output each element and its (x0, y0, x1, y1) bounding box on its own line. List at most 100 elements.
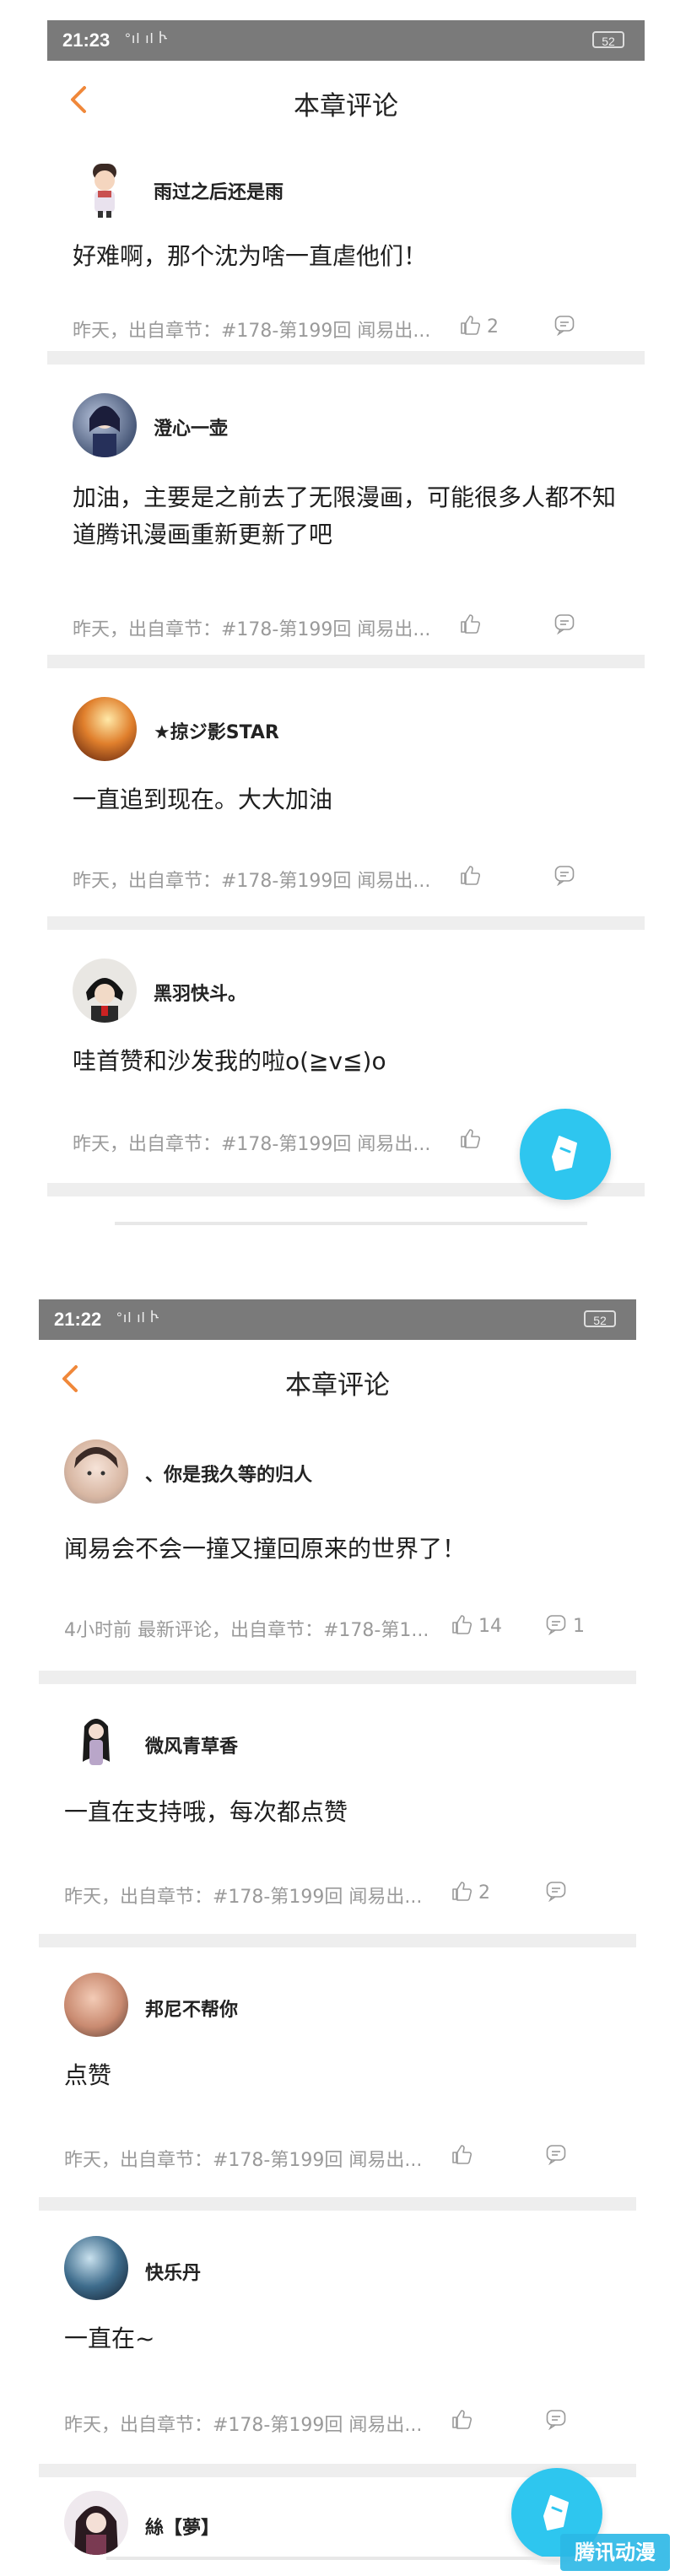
comment-text: 加油，主要是之前去了无限漫画，可能很多人都不知道腾讯漫画重新更新了吧 (73, 483, 617, 548)
comment-text: 一直追到现在。大大加油 (73, 786, 333, 813)
username[interactable]: 黑羽快斗。 (154, 979, 246, 1006)
comment-meta: 昨天，出自章节：#178-第199回 闻易出... (64, 2150, 423, 2171)
comment-item: 澄心一壶 加油，主要是之前去了无限漫画，可能很多人都不知道腾讯漫画重新更新了吧 … (47, 365, 645, 655)
comment-meta: 昨天，出自章节：#178-第199回 闻易出... (73, 871, 431, 892)
like-button[interactable] (459, 1127, 481, 1151)
reply-button[interactable] (545, 2143, 567, 2167)
thumbs-up-icon (461, 614, 481, 634)
reply-button[interactable]: 1 (545, 1613, 585, 1637)
thumbs-up-icon (461, 316, 481, 335)
like-button[interactable] (459, 864, 481, 888)
page-title: 本章评论 (294, 91, 398, 122)
like-count: 2 (478, 1882, 490, 1904)
reply-count: 1 (573, 1616, 585, 1637)
status-time: 21:22 (54, 1309, 102, 1330)
reply-button[interactable] (545, 2408, 567, 2432)
pen-icon (552, 1136, 577, 1171)
like-button[interactable]: 2 (459, 314, 499, 338)
username[interactable]: 微风青草香 (145, 1731, 238, 1758)
like-button[interactable] (451, 2408, 472, 2432)
comment-text: 闻易会不会一撞又撞回原来的世界了！ (64, 1535, 467, 1563)
reply-button[interactable] (554, 864, 575, 888)
username[interactable]: 、你是我久等的归人 (145, 1460, 312, 1487)
reply-button[interactable] (554, 613, 575, 636)
username[interactable]: ★掠ジ影STAR (154, 717, 279, 744)
battery-icon: 52 (592, 31, 624, 48)
pen-icon (543, 2495, 569, 2530)
avatar[interactable] (64, 1439, 128, 1504)
page-header: 本章评论 (39, 1340, 636, 1418)
like-count: 14 (478, 1616, 502, 1637)
comment-item: 快乐丹 一直在~ 昨天，出自章节：#178-第199回 闻易出... (39, 2211, 636, 2464)
scroll-hint (106, 2557, 579, 2560)
username[interactable]: 雨过之后还是雨 (154, 177, 284, 204)
thumbs-up-icon (452, 1882, 472, 1901)
comment-text: 好难啊，那个沈为啥一直虐他们！ (73, 242, 428, 270)
thumbs-up-icon (452, 2145, 472, 2164)
divider (47, 351, 645, 365)
divider (39, 2197, 636, 2211)
avatar[interactable] (64, 1973, 128, 2037)
divider (39, 1934, 636, 1947)
signal-icon: °ıl ıl Ⴡ (125, 30, 169, 46)
avatar[interactable] (64, 2491, 128, 2555)
watermark-logo: 腾讯动漫 (560, 2534, 670, 2571)
comments-screen-2: 21:22 °ıl ıl Ⴡ 52 本章评论 、你是我久等的归人 闻易会不会一撞… (39, 1299, 636, 2565)
username[interactable]: 邦尼不帮你 (145, 1995, 238, 2022)
avatar[interactable] (64, 2236, 128, 2300)
page-header: 本章评论 (47, 61, 645, 139)
like-button[interactable]: 2 (451, 1880, 490, 1904)
thumbs-up-icon (461, 1129, 481, 1148)
comment-icon (554, 866, 575, 887)
comment-text: 哇首赞和沙发我的啦o(≧v≦)o (73, 1047, 386, 1075)
thumbs-up-icon (452, 2410, 472, 2429)
comment-item: 、你是我久等的归人 闻易会不会一撞又撞回原来的世界了！ 4小时前 最新评论，出自… (39, 1418, 636, 1671)
comment-item: 邦尼不帮你 点赞 昨天，出自章节：#178-第199回 闻易出... (39, 1947, 636, 2197)
comment-icon (546, 1615, 566, 1636)
status-bar: 21:22 °ıl ıl Ⴡ 52 (39, 1299, 636, 1340)
comment-text: 点赞 (64, 2061, 112, 2089)
divider (47, 916, 645, 930)
comment-meta: 昨天，出自章节：#178-第199回 闻易出... (73, 619, 431, 640)
status-time: 21:23 (62, 30, 111, 51)
like-count: 2 (487, 316, 499, 338)
comment-icon (546, 1882, 566, 1903)
avatar[interactable] (73, 393, 137, 457)
signal-icon: °ıl ıl Ⴡ (116, 1310, 160, 1326)
avatar[interactable] (64, 1709, 128, 1774)
comment-meta: 昨天，出自章节：#178-第199回 闻易出... (73, 1134, 431, 1155)
comments-screen-1: 21:23 °ıl ıl Ⴡ 52 本章评论 雨过之后还是雨 好难啊，那个沈为啥… (47, 20, 645, 1235)
battery-icon: 52 (584, 1310, 616, 1327)
reply-button[interactable] (554, 314, 575, 338)
comment-item: ★掠ジ影STAR 一直追到现在。大大加油 昨天，出自章节：#178-第199回 … (47, 668, 645, 916)
comment-meta: 昨天，出自章节：#178-第199回 闻易出... (64, 2415, 423, 2436)
like-button[interactable]: 14 (451, 1613, 502, 1637)
comment-meta: 昨天，出自章节：#178-第199回 闻易出... (73, 321, 431, 342)
comment-text: 一直在支持哦，每次都点赞 (64, 1798, 348, 1826)
scroll-hint (115, 1222, 587, 1225)
comment-meta: 4小时前 最新评论，出自章节：#178-第1... (64, 1620, 429, 1641)
comment-item: 雨过之后还是雨 好难啊，那个沈为啥一直虐他们！ 昨天，出自章节：#178-第19… (47, 138, 645, 351)
comment-item: 微风青草香 一直在支持哦，每次都点赞 昨天，出自章节：#178-第199回 闻易… (39, 1684, 636, 1934)
comment-meta: 昨天，出自章节：#178-第199回 闻易出... (64, 1887, 423, 1908)
divider (39, 1671, 636, 1684)
divider (47, 655, 645, 668)
avatar[interactable] (73, 697, 137, 761)
like-button[interactable] (451, 2143, 472, 2167)
avatar[interactable] (73, 959, 137, 1023)
reply-button[interactable] (545, 1880, 567, 1904)
avatar[interactable] (73, 155, 137, 219)
thumbs-up-icon (461, 866, 481, 885)
comment-icon (546, 2410, 566, 2431)
thumbs-up-icon (452, 1615, 472, 1634)
username[interactable]: 澄心一壶 (154, 413, 228, 440)
comment-icon (554, 316, 575, 337)
like-button[interactable] (459, 613, 481, 636)
page-title: 本章评论 (285, 1370, 390, 1401)
status-bar: 21:23 °ıl ıl Ⴡ 52 (47, 20, 645, 61)
comment-text: 一直在~ (64, 2325, 155, 2352)
comment-icon (546, 2145, 566, 2166)
username[interactable]: 絲【夢】 (145, 2513, 219, 2540)
username[interactable]: 快乐丹 (145, 2258, 201, 2285)
write-comment-button[interactable] (520, 1109, 611, 1200)
